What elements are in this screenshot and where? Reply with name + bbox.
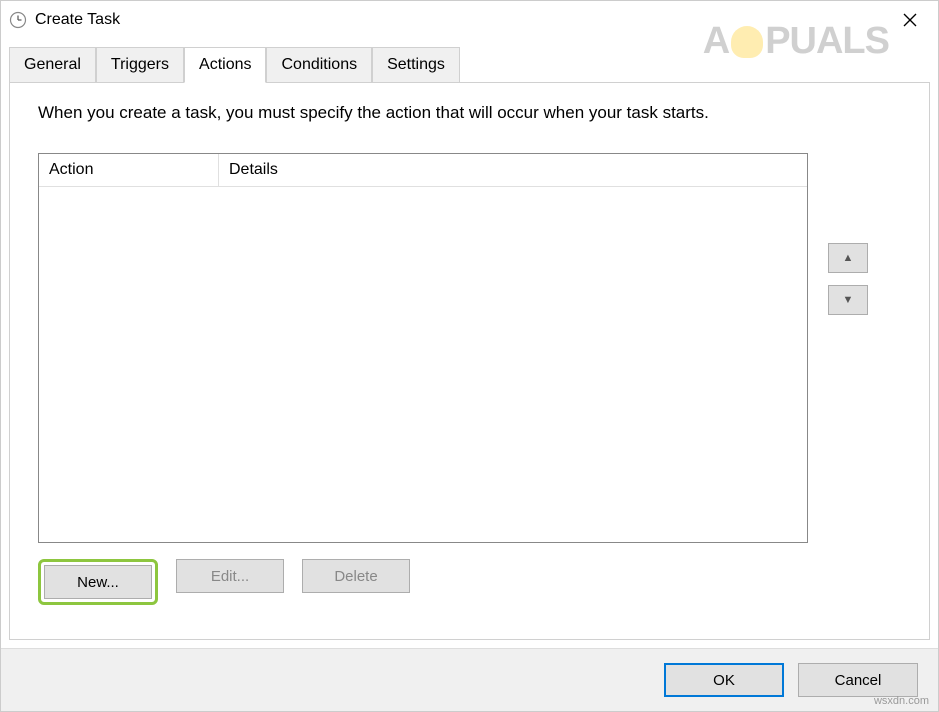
- instruction-text: When you create a task, you must specify…: [38, 103, 901, 123]
- clock-icon: [9, 11, 27, 29]
- cancel-button[interactable]: Cancel: [798, 663, 918, 697]
- edit-button[interactable]: Edit...: [176, 559, 284, 593]
- move-up-button[interactable]: ▲: [828, 243, 868, 273]
- new-button[interactable]: New...: [44, 565, 152, 599]
- tab-strip: General Triggers Actions Conditions Sett…: [1, 47, 938, 83]
- dialog-footer: OK Cancel: [1, 648, 938, 711]
- close-button[interactable]: [890, 5, 930, 35]
- column-header-details[interactable]: Details: [219, 154, 807, 186]
- tab-actions[interactable]: Actions: [184, 47, 266, 83]
- tab-conditions[interactable]: Conditions: [266, 47, 372, 82]
- ok-button[interactable]: OK: [664, 663, 784, 697]
- tab-general[interactable]: General: [9, 47, 96, 82]
- titlebar: Create Task: [1, 1, 938, 39]
- delete-button[interactable]: Delete: [302, 559, 410, 593]
- triangle-down-icon: ▼: [843, 294, 854, 306]
- actions-panel: When you create a task, you must specify…: [9, 82, 930, 640]
- tab-settings[interactable]: Settings: [372, 47, 460, 82]
- tab-triggers[interactable]: Triggers: [96, 47, 184, 82]
- new-button-highlight: New...: [38, 559, 158, 605]
- table-header: Action Details: [39, 154, 807, 187]
- window-title: Create Task: [35, 11, 890, 29]
- reorder-controls: ▲ ▼: [828, 243, 868, 315]
- column-header-action[interactable]: Action: [39, 154, 219, 186]
- triangle-up-icon: ▲: [843, 252, 854, 264]
- create-task-window: Create Task APUALS General Triggers Acti…: [0, 0, 939, 712]
- move-down-button[interactable]: ▼: [828, 285, 868, 315]
- action-button-row: New... Edit... Delete: [38, 559, 901, 605]
- actions-table[interactable]: Action Details: [38, 153, 808, 543]
